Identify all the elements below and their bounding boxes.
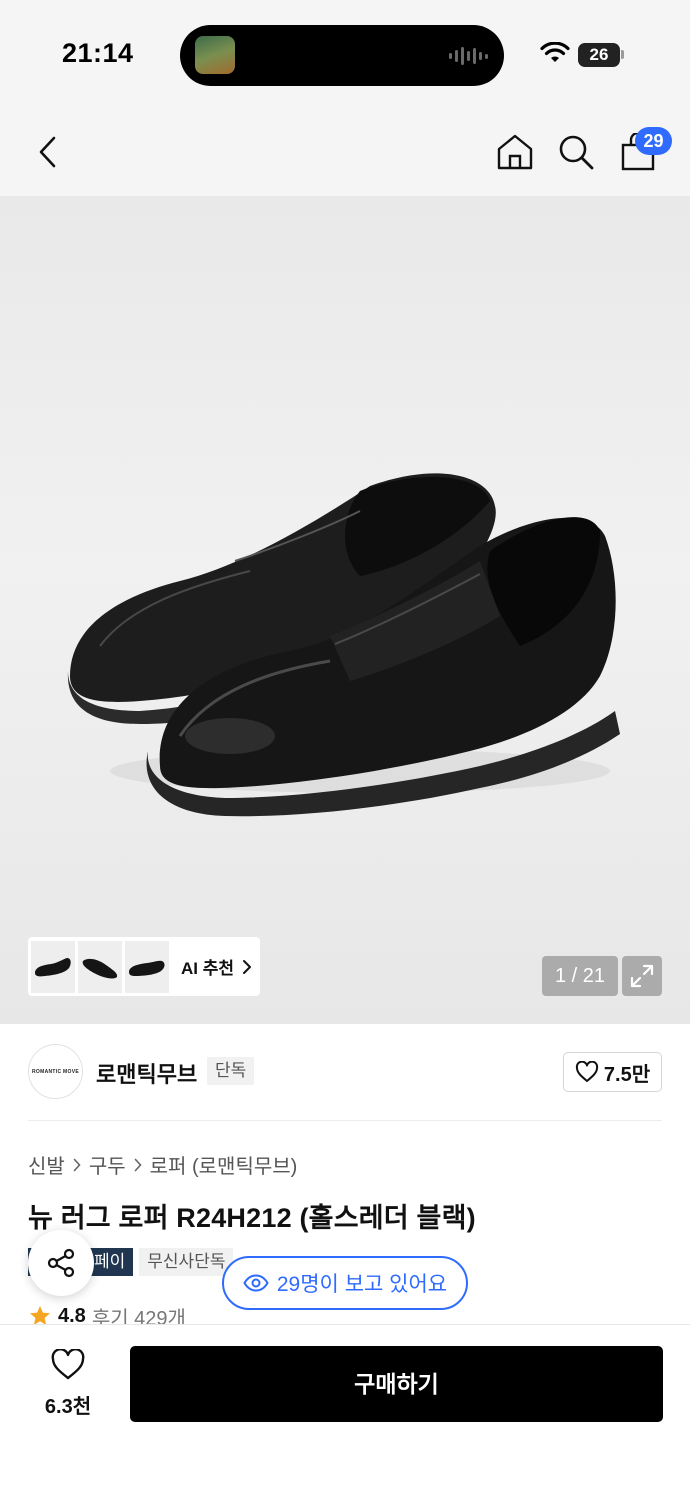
brand-like-button[interactable]: 7.5만 (563, 1052, 662, 1092)
breadcrumb-item[interactable]: 신발 (28, 1150, 65, 1179)
brand-row: ROMANTIC MOVE 로맨틱무브 단독 7.5만 (0, 1024, 690, 1120)
now-playing-artwork (195, 36, 235, 74)
buy-button[interactable]: 구매하기 (130, 1346, 663, 1422)
exclusive-tag: 무신사단독 (139, 1248, 234, 1276)
expand-icon (630, 964, 654, 988)
brand-logo-text: ROMANTIC MOVE (32, 1068, 79, 1075)
divider (28, 1120, 662, 1121)
ai-recommend-thumbnail (78, 940, 122, 993)
chevron-right-icon (73, 1158, 81, 1171)
brand-logo[interactable]: ROMANTIC MOVE (28, 1044, 83, 1099)
dynamic-island (180, 25, 504, 86)
viewers-indicator: 29명이 보고 있어요 (222, 1256, 468, 1310)
viewers-text: 29명이 보고 있어요 (276, 1273, 448, 1296)
battery-cap (621, 50, 624, 59)
ai-recommend-thumbnail (31, 940, 75, 993)
product-image-gallery[interactable]: AI 추천 1 / 21 (0, 196, 690, 1024)
breadcrumb-item[interactable]: 구두 (89, 1150, 126, 1179)
product-title: 뉴 러그 로퍼 R24H212 (홀스레더 블랙) (28, 1203, 476, 1233)
share-icon (47, 1248, 75, 1278)
wifi-icon (540, 42, 570, 62)
wishlist-count: 6.3천 (44, 1396, 92, 1418)
breadcrumb-item[interactable]: 로퍼 (로맨틱무브) (150, 1150, 298, 1179)
product-image (67, 473, 620, 817)
ai-recommend-thumbnail (125, 940, 169, 993)
bottom-action-bar: 6.3천 구매하기 (0, 1324, 690, 1500)
ai-recommend-label: AI 추천 (181, 959, 235, 978)
brand-like-count: 7.5만 (603, 1063, 651, 1086)
eye-icon (243, 1274, 269, 1292)
battery-indicator: 26 (578, 43, 620, 67)
chevron-right-icon (243, 959, 252, 974)
chevron-left-icon (39, 136, 56, 168)
status-time: 21:14 (62, 38, 134, 68)
breadcrumb: 신발 구두 로퍼 (로맨틱무브) (28, 1150, 297, 1179)
audio-wave-icon (449, 45, 488, 67)
home-button[interactable] (493, 130, 537, 174)
ai-recommend-button[interactable]: AI 추천 (28, 937, 260, 996)
heart-icon (51, 1348, 85, 1380)
image-pager: 1 / 21 (542, 956, 618, 996)
home-icon (497, 134, 533, 170)
share-button[interactable] (28, 1230, 94, 1296)
brand-exclusive-tag: 단독 (207, 1057, 255, 1085)
status-bar: 21:14 26 (0, 0, 690, 108)
chevron-right-icon (134, 1158, 142, 1171)
fullscreen-button[interactable] (622, 956, 662, 996)
search-icon (559, 135, 594, 170)
cart-count-badge: 29 (635, 127, 672, 155)
wishlist-button[interactable]: 6.3천 (28, 1348, 108, 1419)
back-button[interactable] (26, 130, 70, 174)
search-button[interactable] (554, 130, 598, 174)
heart-icon (575, 1061, 599, 1082)
top-nav (0, 108, 690, 196)
brand-name[interactable]: 로맨틱무브 (96, 1057, 197, 1089)
